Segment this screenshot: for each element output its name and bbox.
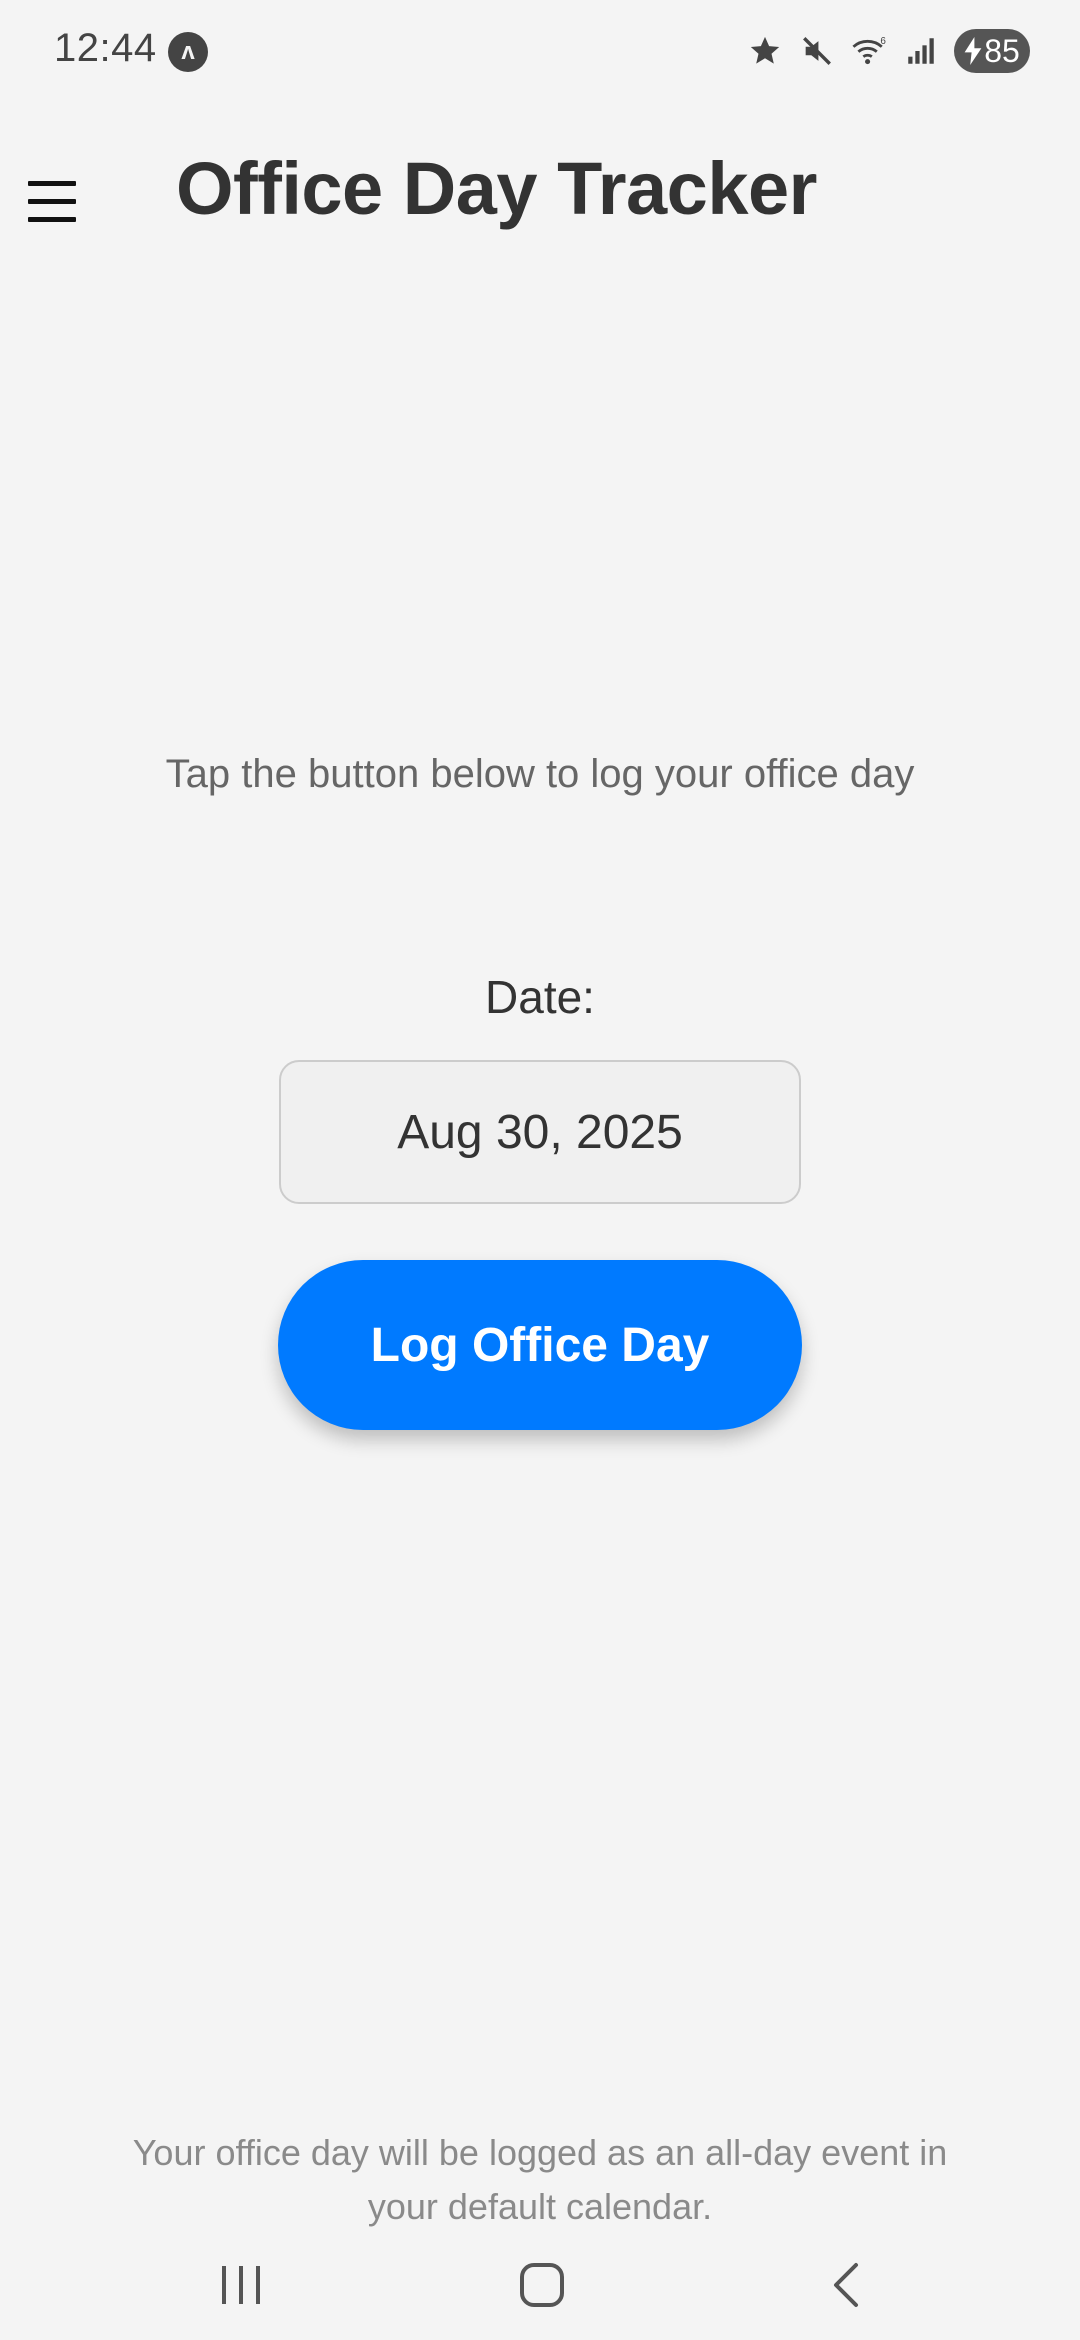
status-time: 12:44 (54, 26, 157, 70)
star-icon (746, 32, 784, 70)
date-picker-field[interactable]: Aug 30, 2025 (279, 1060, 801, 1204)
menu-line (28, 216, 76, 222)
system-nav-bar (0, 2240, 1080, 2340)
app-header: Office Day Tracker (0, 120, 1080, 260)
notification-app-icon: ʌ (168, 32, 208, 72)
menu-line (28, 198, 76, 204)
charging-icon (964, 37, 982, 65)
hamburger-menu-icon[interactable] (22, 170, 84, 232)
signal-icon (902, 32, 940, 70)
battery-level: 85 (984, 32, 1020, 69)
log-office-day-button[interactable]: Log Office Day (278, 1260, 802, 1430)
menu-line (28, 180, 76, 186)
mute-icon (798, 32, 836, 70)
svg-text:6: 6 (880, 36, 886, 47)
recent-apps-icon[interactable] (201, 2250, 281, 2320)
status-icons: 6 85 (746, 26, 1030, 76)
home-icon[interactable] (502, 2250, 582, 2320)
battery-indicator: 85 (954, 29, 1030, 73)
date-label: Date: (485, 971, 595, 1023)
screen: 12:44 ʌ 6 85 Office Day Tracker Tap the … (0, 0, 1080, 2340)
footer-note: Your office day will be logged as an all… (132, 2132, 948, 2227)
wifi-icon: 6 (850, 32, 888, 70)
status-bar: 12:44 ʌ 6 85 (0, 0, 1080, 100)
back-icon[interactable] (806, 2250, 886, 2320)
page-title: Office Day Tracker (176, 147, 817, 230)
instruction-text: Tap the button below to log your office … (165, 752, 915, 796)
